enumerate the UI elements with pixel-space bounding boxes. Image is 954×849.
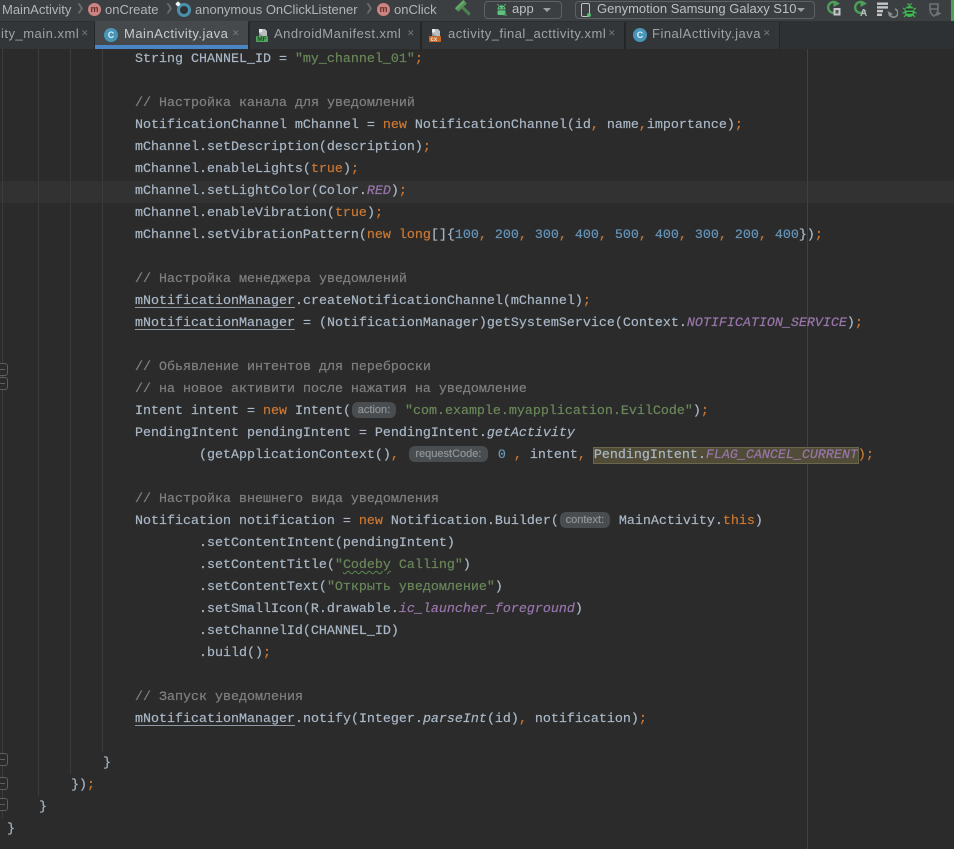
svg-text:cx: cx xyxy=(431,37,438,43)
svg-text:MF: MF xyxy=(257,36,266,43)
svg-text:A: A xyxy=(860,8,867,18)
